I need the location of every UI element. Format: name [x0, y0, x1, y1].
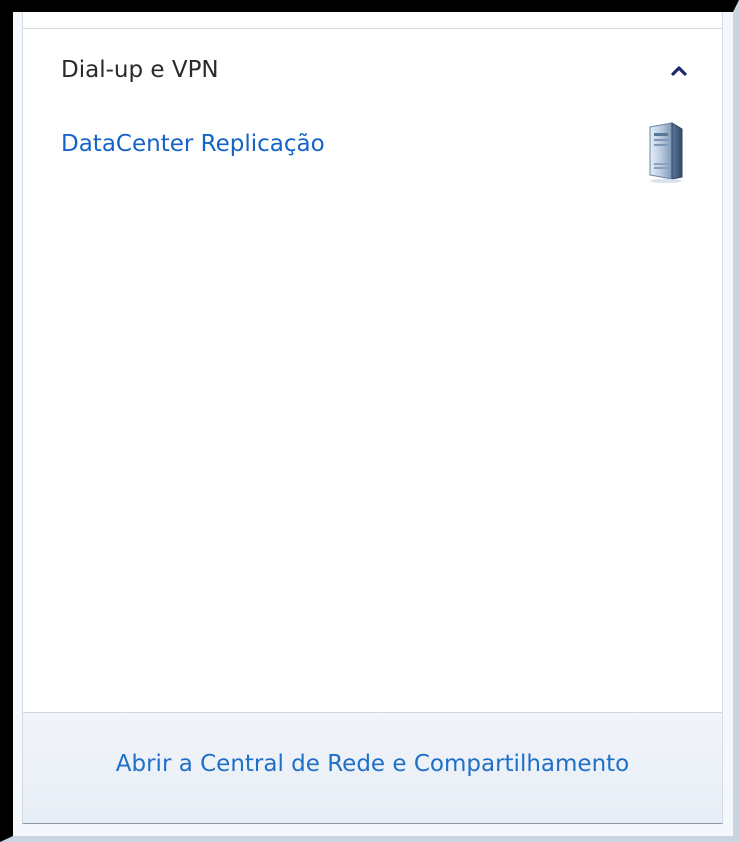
footer-bar: Abrir a Central de Rede e Compartilhamen… [23, 712, 722, 823]
flyout-panel: Dial-up e VPN DataCenter Replicação Abri… [22, 28, 723, 824]
chevron-up-icon[interactable] [666, 57, 692, 83]
connection-name-link[interactable]: DataCenter Replicação [61, 131, 325, 157]
open-network-sharing-center-link[interactable]: Abrir a Central de Rede e Compartilhamen… [23, 751, 722, 777]
server-icon [640, 119, 690, 183]
top-separator [22, 12, 723, 28]
section-header-dialup-vpn[interactable]: Dial-up e VPN [23, 49, 722, 95]
connection-item[interactable]: DataCenter Replicação [23, 119, 722, 185]
section-title: Dial-up e VPN [61, 57, 219, 83]
